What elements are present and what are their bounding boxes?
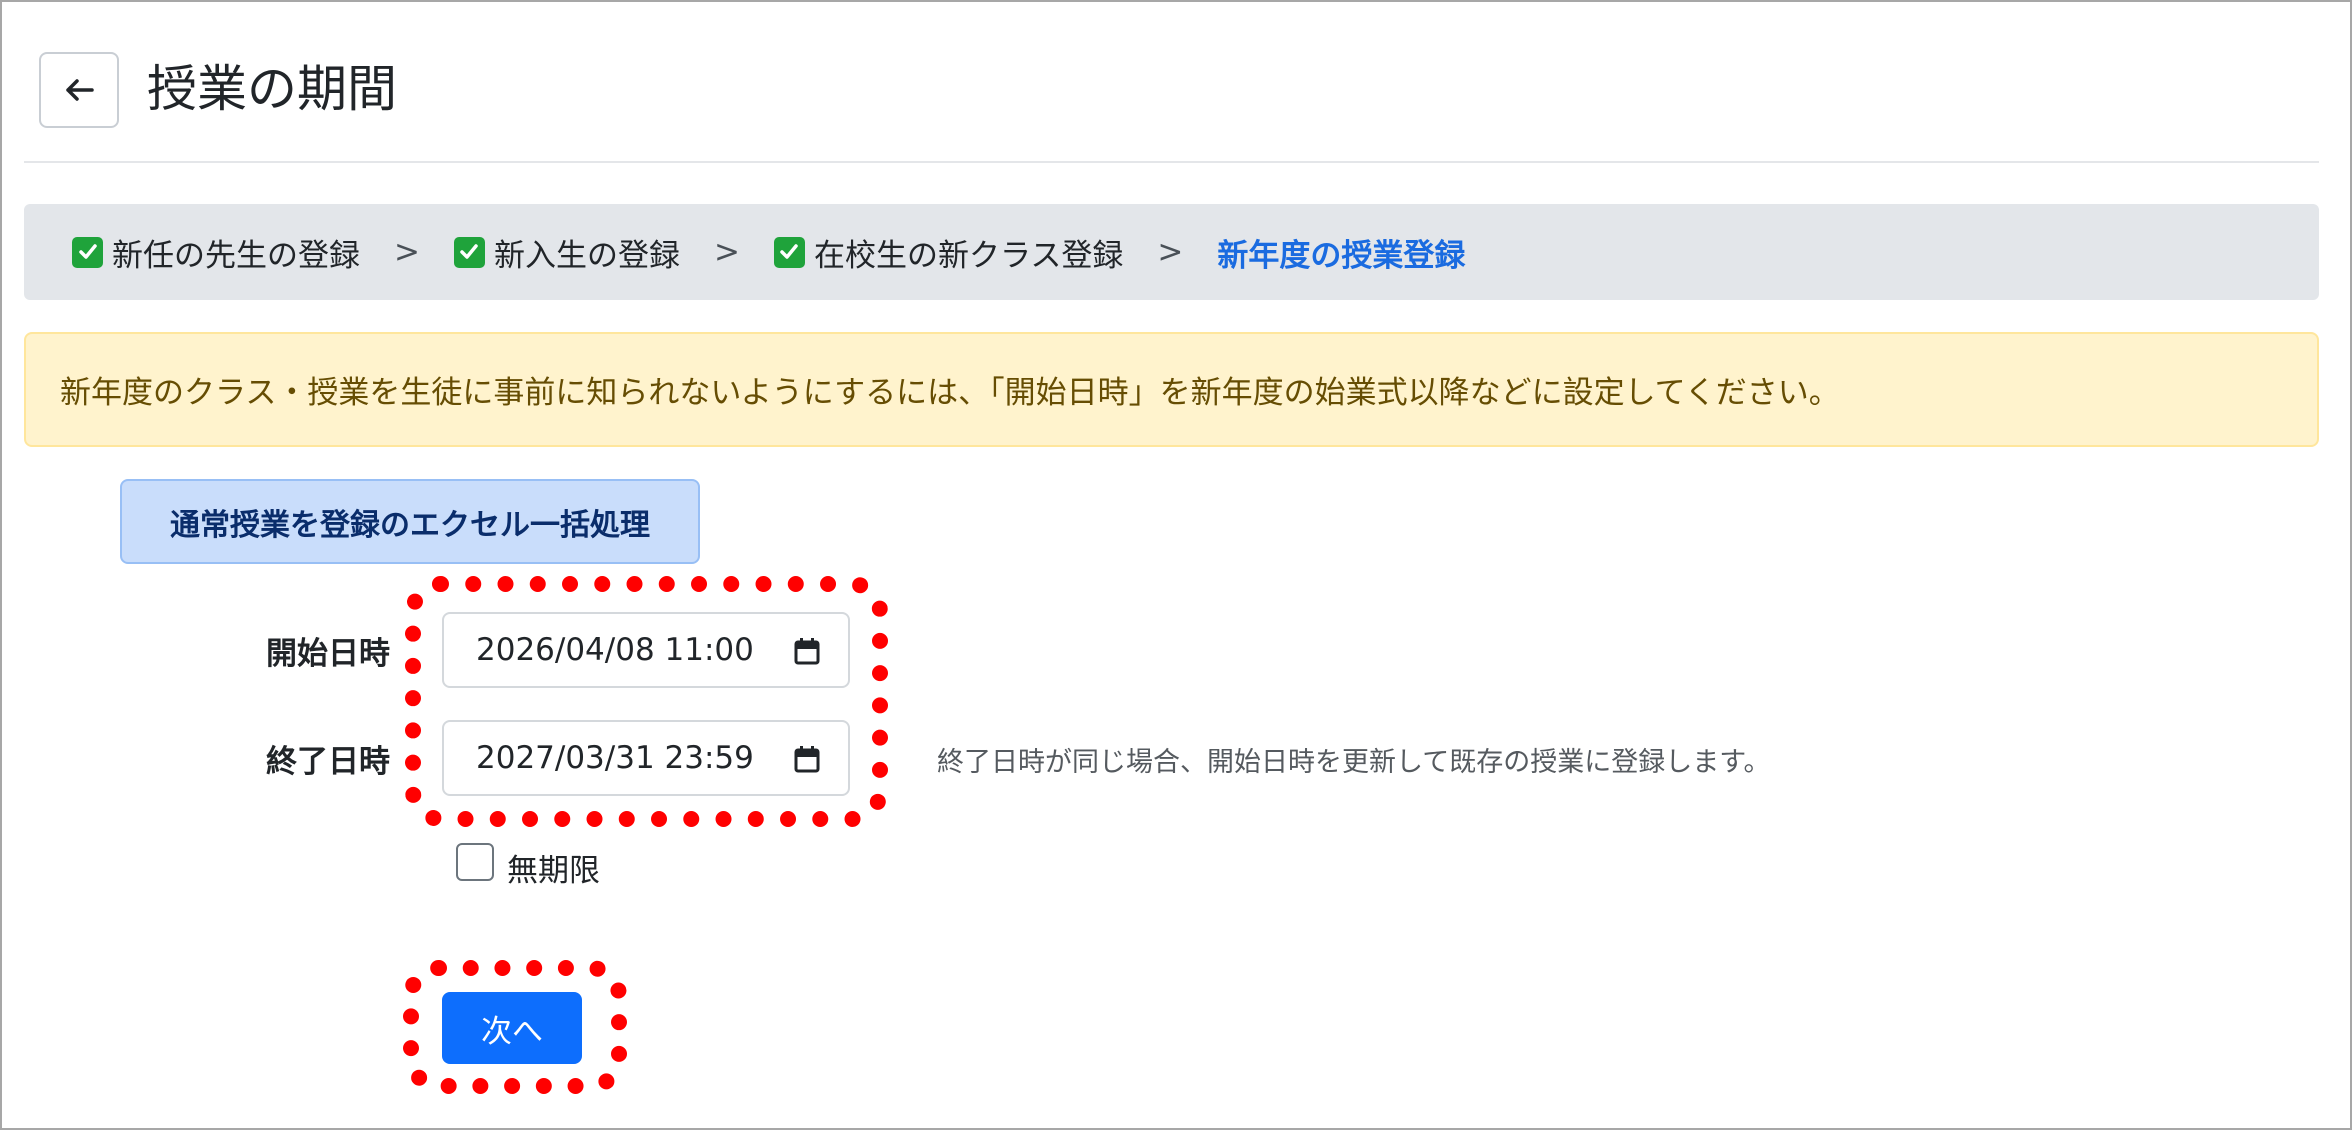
breadcrumb-separator: >	[713, 234, 740, 270]
breadcrumb-step-new-lessons: 新年度の授業登録	[1217, 237, 1466, 274]
next-button[interactable]: 次へ	[442, 992, 582, 1064]
warning-alert: 新年度のクラス・授業を生徒に事前に知られないようにするには、「開始日時」を新年度…	[24, 332, 2319, 447]
end-datetime-value: 2027/03/31 23:59	[476, 740, 754, 776]
start-datetime-label: 開始日時	[266, 636, 390, 672]
breadcrumb-separator: >	[394, 234, 420, 270]
breadcrumb-step-label: 新入生の登録	[493, 237, 680, 274]
check-mark-icon	[72, 236, 103, 268]
end-datetime-label: 終了日時	[266, 744, 390, 780]
check-mark-icon	[453, 236, 485, 268]
breadcrumb: 新任の先生の登録 > 新入生の登録 > 在校生の新クラス登録 > 新年度の授業登…	[24, 204, 2319, 300]
start-datetime-input[interactable]: 2026/04/08 11:00	[442, 612, 850, 688]
breadcrumb-step-label: 新任の先生の登録	[112, 237, 360, 274]
breadcrumb-step-teachers: 新任の先生の登録	[72, 230, 360, 275]
excel-bulk-button[interactable]: 通常授業を登録のエクセル一括処理	[120, 479, 700, 564]
back-button[interactable]	[39, 52, 119, 128]
no-limit-checkbox[interactable]	[456, 843, 494, 881]
window-frame	[0, 0, 2352, 1130]
breadcrumb-step-new-students: 新入生の登録	[453, 230, 680, 275]
arrow-left-icon	[66, 79, 94, 101]
breadcrumb-step-current-students: 在校生の新クラス登録	[773, 230, 1124, 275]
no-limit-label[interactable]: 無期限	[507, 845, 600, 890]
alert-text: 新年度のクラス・授業を生徒に事前に知られないようにするには、「開始日時」を新年度…	[60, 375, 1840, 411]
check-mark-icon	[773, 236, 805, 268]
header-divider	[24, 161, 2319, 163]
start-datetime-value: 2026/04/08 11:00	[476, 632, 754, 668]
page-title: 授業の期間	[147, 60, 397, 118]
calendar-icon[interactable]	[794, 746, 820, 773]
breadcrumb-separator: >	[1157, 234, 1184, 270]
end-datetime-input[interactable]: 2027/03/31 23:59	[442, 720, 850, 796]
end-datetime-help-text: 終了日時が同じ場合、開始日時を更新して既存の授業に登録します。	[937, 747, 1771, 778]
breadcrumb-step-label: 在校生の新クラス登録	[813, 237, 1124, 274]
calendar-icon[interactable]	[794, 638, 820, 665]
